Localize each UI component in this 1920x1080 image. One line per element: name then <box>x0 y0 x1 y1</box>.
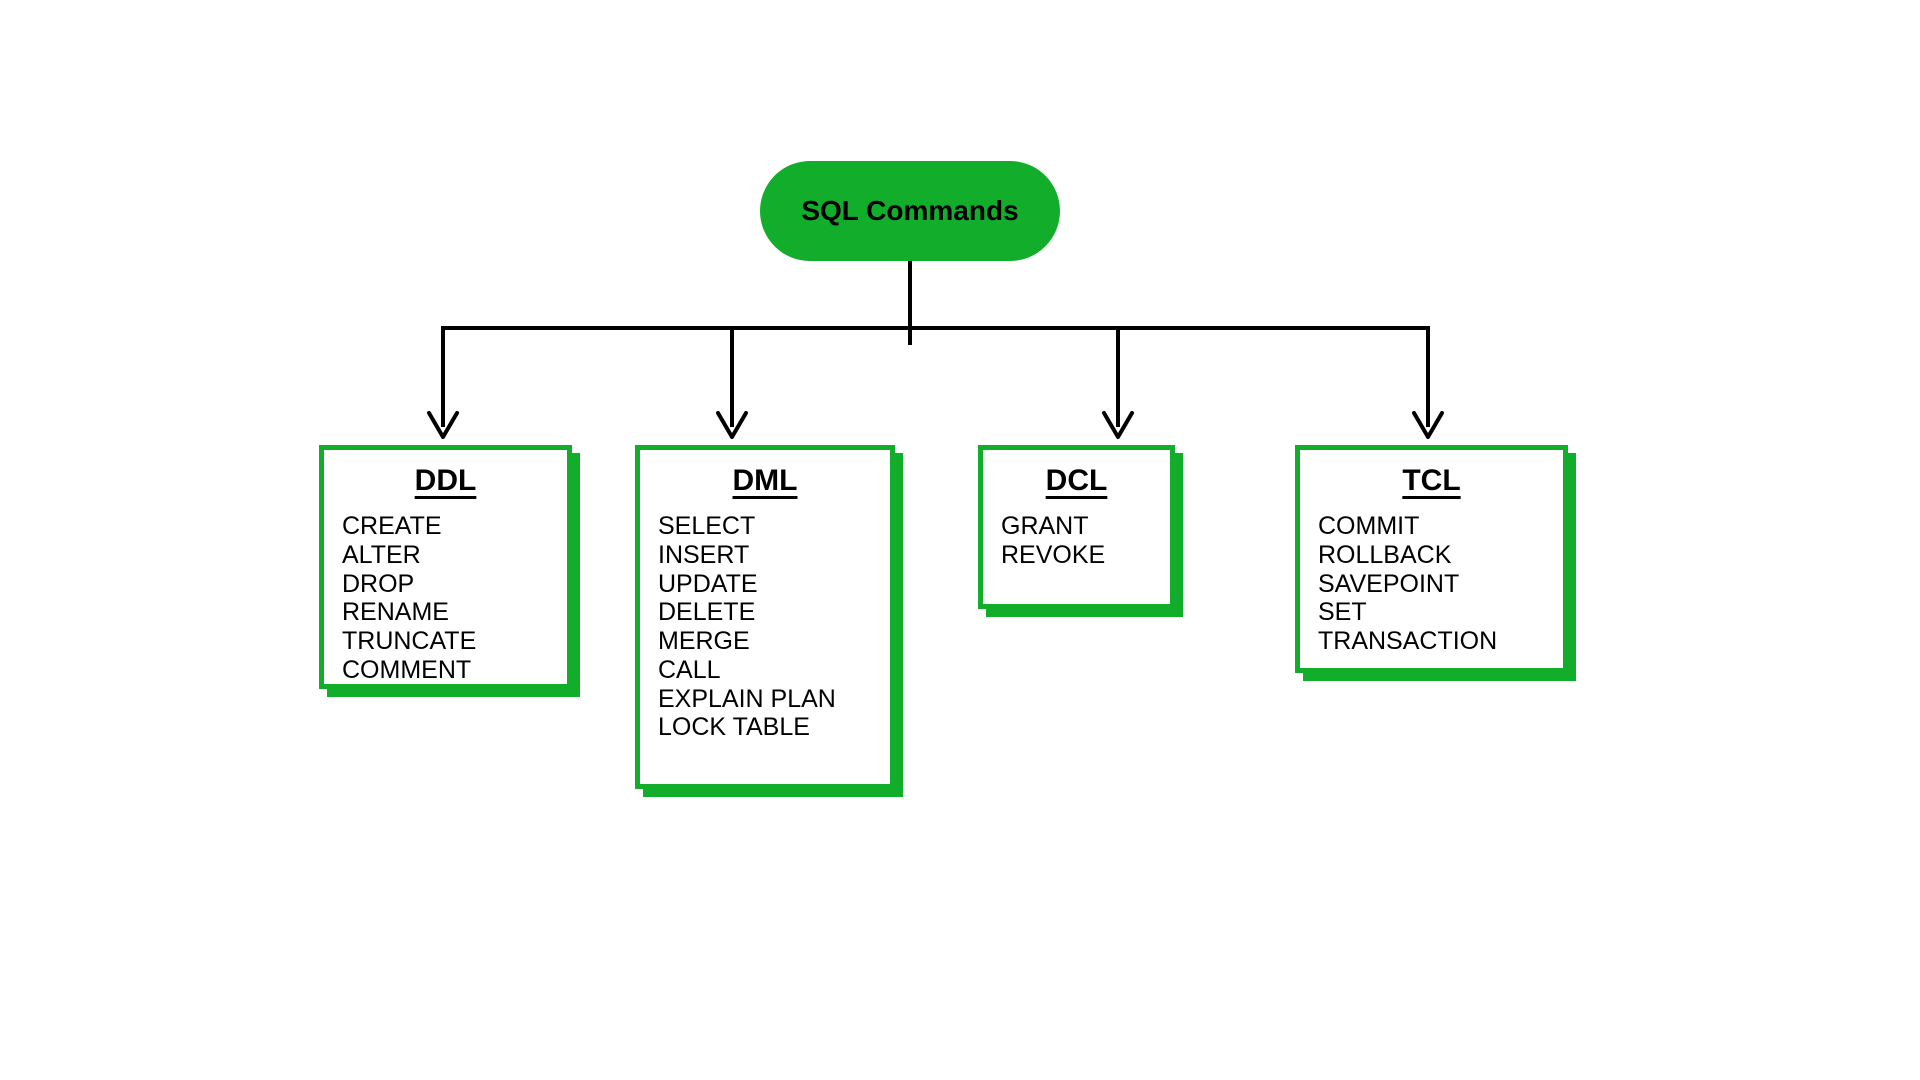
command-item: TRUNCATE <box>342 627 549 656</box>
command-item: COMMENT <box>342 656 549 685</box>
command-list-ddl: CREATE ALTER DROP RENAME TRUNCATE COMMEN… <box>342 512 549 685</box>
root-label: SQL Commands <box>801 195 1018 227</box>
command-item: COMMIT <box>1318 512 1545 541</box>
command-item: EXPLAIN PLAN <box>658 685 872 714</box>
category-box-tcl: TCL COMMIT ROLLBACK SAVEPOINT SET TRANSA… <box>1295 445 1568 673</box>
command-item: ROLLBACK <box>1318 541 1545 570</box>
category-box-dcl: DCL GRANT REVOKE <box>978 445 1175 609</box>
category-title-dcl: DCL <box>1001 464 1152 498</box>
command-item: DELETE <box>658 598 872 627</box>
command-item: CREATE <box>342 512 549 541</box>
command-item: DROP <box>342 570 549 599</box>
category-box-dml: DML SELECT INSERT UPDATE DELETE MERGE CA… <box>635 445 895 789</box>
command-item: SELECT <box>658 512 872 541</box>
command-list-dcl: GRANT REVOKE <box>1001 512 1152 570</box>
category-title-ddl: DDL <box>342 464 549 498</box>
command-item: CALL <box>658 656 872 685</box>
diagram-canvas: SQL Commands DDL CREATE ALTER DROP RENAM… <box>200 105 1720 975</box>
category-box-ddl: DDL CREATE ALTER DROP RENAME TRUNCATE CO… <box>319 445 572 689</box>
category-title-tcl: TCL <box>1318 464 1545 498</box>
command-item: GRANT <box>1001 512 1152 541</box>
command-item: SAVEPOINT <box>1318 570 1545 599</box>
root-node: SQL Commands <box>760 161 1060 261</box>
command-item: MERGE <box>658 627 872 656</box>
command-list-tcl: COMMIT ROLLBACK SAVEPOINT SET TRANSACTIO… <box>1318 512 1545 656</box>
command-item: INSERT <box>658 541 872 570</box>
command-list-dml: SELECT INSERT UPDATE DELETE MERGE CALL E… <box>658 512 872 742</box>
command-item: ALTER <box>342 541 549 570</box>
command-item: LOCK TABLE <box>658 713 872 742</box>
command-item: REVOKE <box>1001 541 1152 570</box>
category-title-dml: DML <box>658 464 872 498</box>
command-item: UPDATE <box>658 570 872 599</box>
command-item: RENAME <box>342 598 549 627</box>
command-item: SET TRANSACTION <box>1318 598 1545 656</box>
